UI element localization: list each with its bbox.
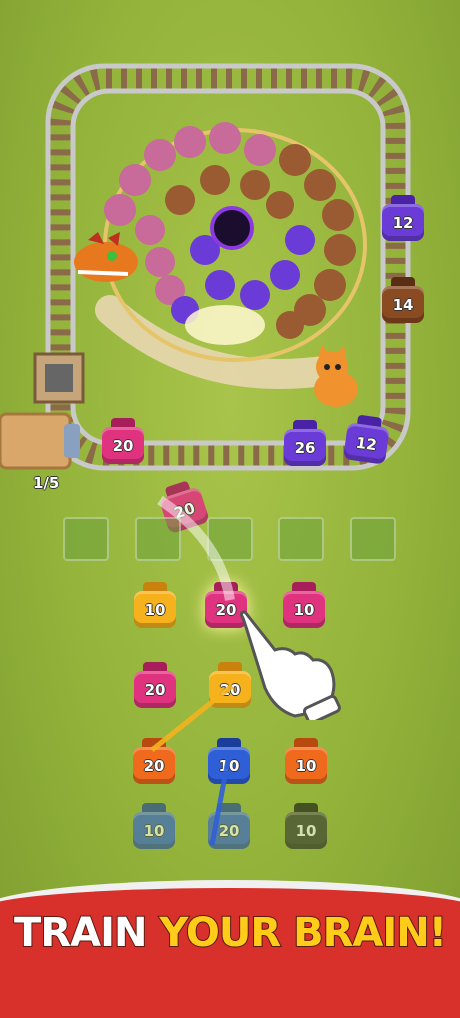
hand-pointer-icon (239, 610, 341, 720)
jar-ropes (150, 495, 235, 846)
banner-text-part2: YOUR BRAIN! (158, 909, 448, 957)
banner-slogan: TRAIN YOUR BRAIN! (0, 909, 460, 957)
banner-text-part1: TRAIN (13, 909, 160, 957)
